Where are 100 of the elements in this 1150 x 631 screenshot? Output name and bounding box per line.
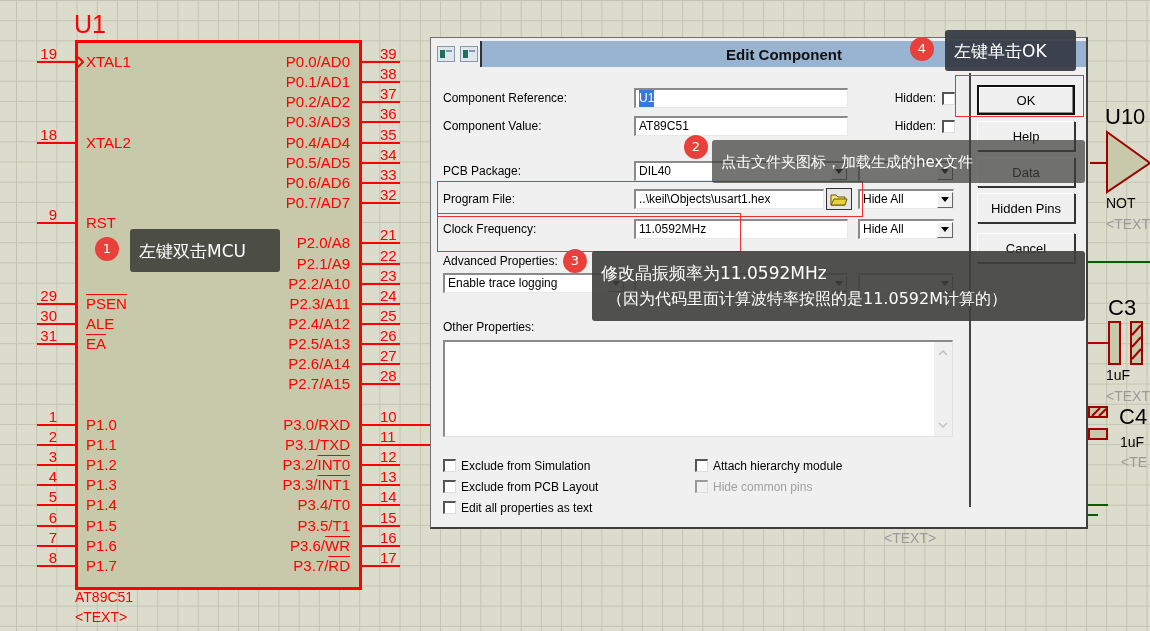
dialog-button[interactable]: OK	[977, 85, 1075, 115]
pin-number: 12	[360, 449, 400, 467]
checkbox[interactable]	[443, 501, 456, 514]
text-field[interactable]: U1	[634, 88, 848, 108]
component-text: <TEXT>	[75, 609, 128, 625]
checkbox-label[interactable]: Attach hierarchy module	[713, 458, 843, 473]
caret-icon	[941, 227, 949, 232]
pin-label: P2.2/A10	[288, 275, 350, 292]
checkbox-label[interactable]: Exclude from Simulation	[461, 458, 591, 473]
part-reference: C4	[1119, 405, 1148, 429]
checkbox[interactable]	[443, 480, 456, 493]
pin-number: 28	[360, 368, 400, 386]
callout-tooltip: 左键双击MCU	[130, 229, 280, 272]
pin-label: P1.1	[86, 436, 117, 453]
pin-label: P2.3/A11	[289, 295, 350, 312]
pin-number: 23	[360, 267, 400, 285]
pin-number: 5	[37, 489, 76, 507]
checkbox[interactable]	[942, 91, 955, 105]
pin-label: P0.4/AD4	[285, 134, 350, 151]
callout-tooltip: 修改晶振频率为11.0592MHz （因为代码里面计算波特率按照的是11.0592M计算的）	[592, 251, 1085, 321]
pin-number: 15	[360, 509, 400, 527]
browse-button[interactable]	[826, 188, 852, 210]
field-label: PCB Package:	[443, 164, 523, 178]
pin-number: 16	[360, 529, 400, 547]
pin-label: P3.7/RD	[293, 557, 350, 574]
part-text: <TE	[1121, 454, 1148, 470]
clock-marker-icon	[77, 56, 84, 68]
not-gate-drawing[interactable]	[1090, 129, 1150, 195]
pin-label: P0.2/AD2	[285, 94, 350, 111]
window-icon[interactable]	[460, 46, 478, 62]
pin-label: P2.6/A14	[288, 356, 350, 373]
wire-line	[400, 424, 430, 426]
text-field[interactable]: 11.0592MHz	[634, 219, 848, 239]
pin-label: P0.3/AD3	[285, 114, 350, 131]
pin-number: 14	[360, 489, 400, 507]
pin-number: 27	[360, 348, 400, 366]
pin-number: 33	[360, 166, 400, 184]
dialog-button[interactable]: Hidden Pins	[977, 193, 1075, 223]
pin-label: P1.2	[86, 457, 117, 474]
checkbox-label[interactable]: Edit all properties as text	[461, 500, 593, 515]
pin-label: EA	[86, 336, 106, 353]
component-value: AT89C51	[75, 589, 134, 605]
pin-label: P3.3/INT1	[282, 477, 350, 494]
checkbox[interactable]	[443, 459, 456, 472]
pin-label: P1.0	[86, 416, 117, 433]
pin-number: 26	[360, 328, 400, 346]
part-text: <TEXT>	[884, 530, 937, 546]
checkbox[interactable]	[695, 459, 708, 472]
pin-label: P1.6	[86, 537, 117, 554]
pin-number: 37	[360, 86, 400, 104]
pin-label: P2.4/A12	[288, 316, 350, 332]
pin-label: P2.5/A13	[288, 336, 350, 353]
pin-number: 10	[360, 408, 400, 426]
file-path-field[interactable]: ..\keil\Objects\usart1.hex	[634, 189, 824, 209]
wire-line	[400, 444, 430, 446]
capacitor-drawing[interactable]	[1088, 406, 1108, 441]
pin-number: 21	[360, 227, 400, 245]
part-value: 1uF	[1120, 434, 1145, 450]
pin-number: 9	[37, 207, 76, 225]
pin-label: P2.1/A9	[296, 255, 350, 272]
pin-number: 8	[37, 549, 76, 567]
pin-number: 32	[360, 187, 400, 205]
pin-number: 13	[360, 469, 400, 487]
pin-number: 39	[360, 46, 400, 63]
pin-label: PSEN	[86, 295, 127, 312]
section-label: Advanced Properties:	[443, 253, 558, 269]
window-title: Edit Component	[726, 45, 842, 63]
pin-label: P0.1/AD1	[285, 74, 350, 91]
visibility-dropdown[interactable]: Hide All	[858, 189, 954, 209]
pin-label: XTAL1	[86, 54, 131, 70]
pin-label: P2.0/A8	[296, 235, 350, 252]
pin-number: 1	[37, 408, 76, 426]
pin-label: P1.5	[86, 517, 117, 534]
pin-number: 7	[37, 529, 76, 547]
pin-number: 4	[37, 469, 76, 487]
pin-label: P0.6/AD6	[285, 174, 350, 191]
pin-label: RST	[86, 215, 116, 232]
pin-number: 19	[37, 46, 76, 63]
pin-number: 17	[360, 549, 400, 567]
pin-label: XTAL2	[86, 134, 131, 151]
pin-label: P3.5/T1	[297, 517, 350, 534]
caret-icon	[941, 197, 949, 202]
visibility-dropdown[interactable]: Hide All	[858, 219, 954, 239]
window-icon[interactable]	[437, 46, 455, 62]
wire-line	[1088, 261, 1150, 263]
chip-body[interactable]	[75, 40, 362, 590]
pin-label: P3.4/T0	[297, 497, 350, 514]
pin-number: 31	[37, 328, 76, 346]
pin-label: P1.4	[86, 497, 117, 514]
checkbox-label[interactable]: Exclude from PCB Layout	[461, 479, 599, 494]
pin-number: 35	[360, 126, 400, 144]
pin-label: P3.0/RXD	[283, 416, 350, 433]
pin-label: P0.0/AD0	[285, 54, 350, 70]
pin-label: P2.7/A15	[288, 376, 350, 393]
pin-number: 3	[37, 449, 76, 467]
pin-number: 25	[360, 308, 400, 325]
checkbox[interactable]	[942, 119, 955, 133]
part-reference: C3	[1108, 296, 1137, 320]
text-field[interactable]: AT89C51	[634, 116, 848, 136]
part-value: NOT	[1106, 195, 1136, 211]
